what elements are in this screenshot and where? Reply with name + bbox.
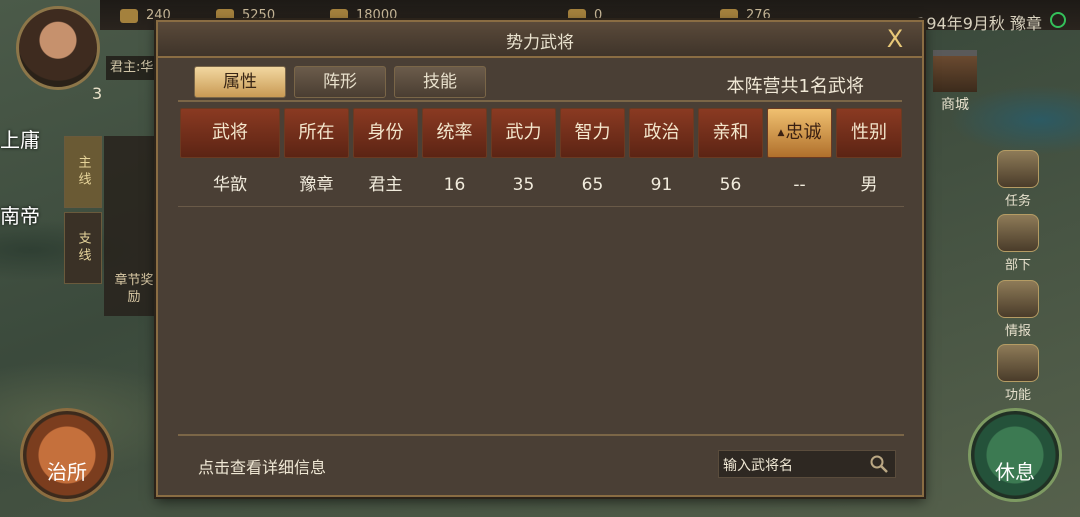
subordinates-button[interactable]: 部下 — [990, 214, 1046, 274]
dialog-header: 势力武将 X — [158, 22, 922, 58]
task-button[interactable]: 任务 — [990, 150, 1046, 210]
cell-general: 华歆 — [213, 175, 247, 195]
avatar-level: 3 — [92, 84, 103, 103]
footer-divider — [178, 434, 904, 436]
quest-tab-side[interactable]: 支线 — [64, 212, 102, 284]
column-header-leadership[interactable]: 统率 — [422, 108, 487, 158]
tab-attributes[interactable]: 属性 — [194, 66, 286, 98]
gov-office-label: 治所 — [47, 460, 87, 484]
faction-generals-dialog: 势力武将 X 属性 阵形 技能 本阵营共1名武将 武将 所在 身份 统率 武力 … — [156, 20, 924, 497]
scroll-icon — [997, 150, 1039, 188]
column-header-intelligence[interactable]: 智力 — [560, 108, 625, 158]
tab-formation[interactable]: 阵形 — [294, 66, 386, 98]
column-header-strength[interactable]: 武力 — [491, 108, 556, 158]
cell-status: 君主 — [368, 175, 403, 195]
gov-office-button[interactable]: 治所 — [20, 408, 114, 502]
functions-button[interactable]: 功能 — [990, 344, 1046, 404]
column-header-affinity[interactable]: 亲和 — [698, 108, 763, 158]
gear-icon — [997, 344, 1039, 382]
quest-tab-main[interactable]: 主线 — [64, 136, 102, 208]
row-divider — [178, 206, 904, 207]
detail-hint: 点击查看详细信息 — [198, 458, 327, 477]
cell-location: 豫章 — [299, 175, 334, 195]
cell-intelligence: 65 — [581, 175, 604, 195]
chapter-reward-button[interactable]: 章节奖励 — [110, 272, 158, 306]
search-placeholder: 输入武将名 — [723, 458, 793, 474]
column-header-politics[interactable]: 政治 — [629, 108, 694, 158]
helmet-icon — [997, 214, 1039, 252]
column-header-loyalty[interactable]: ▲忠诚 — [767, 108, 832, 158]
status-ring-icon — [1050, 12, 1066, 28]
cell-loyalty: -- — [793, 175, 806, 195]
shop-label: 商城 — [941, 97, 969, 113]
column-header-general[interactable]: 武将 — [180, 108, 280, 158]
column-header-loyalty-label: 忠诚 — [785, 122, 822, 143]
cell-leadership: 16 — [443, 175, 466, 195]
intel-scroll-icon — [997, 280, 1039, 318]
city-label-shangyong[interactable]: 上庸 — [0, 124, 40, 153]
tab-skills[interactable]: 技能 — [394, 66, 486, 98]
cell-politics: 91 — [650, 175, 673, 195]
cell-affinity: 56 — [719, 175, 742, 195]
cell-gender: 男 — [860, 175, 878, 195]
task-label: 任务 — [1004, 194, 1031, 209]
close-button[interactable]: X — [882, 26, 908, 52]
game-date: 194年9月秋 豫章 — [916, 14, 1042, 33]
lord-avatar[interactable] — [16, 6, 100, 90]
column-header-location[interactable]: 所在 — [284, 108, 349, 158]
dialog-title: 势力武将 — [506, 33, 574, 53]
gold-icon — [120, 8, 138, 23]
general-count: 本阵营共1名武将 — [726, 76, 864, 97]
intel-button[interactable]: 情报 — [990, 280, 1046, 340]
functions-label: 功能 — [1004, 388, 1031, 403]
rest-button[interactable]: 休息 — [968, 408, 1062, 502]
shop-icon — [933, 50, 977, 92]
general-search-input[interactable]: 输入武将名 — [718, 450, 896, 478]
intel-label: 情报 — [1004, 324, 1031, 339]
search-icon[interactable] — [869, 454, 889, 474]
subordinates-label: 部下 — [1004, 258, 1031, 273]
column-header-gender[interactable]: 性别 — [836, 108, 902, 158]
tab-divider — [178, 100, 902, 102]
column-header-status[interactable]: 身份 — [353, 108, 418, 158]
sort-arrow-icon: ▲ — [777, 128, 785, 138]
shop-button[interactable]: 商城 — [922, 50, 988, 114]
rest-label: 休息 — [995, 460, 1035, 484]
cell-strength: 35 — [512, 175, 535, 195]
city-label-nandi[interactable]: 南帝 — [0, 200, 40, 229]
